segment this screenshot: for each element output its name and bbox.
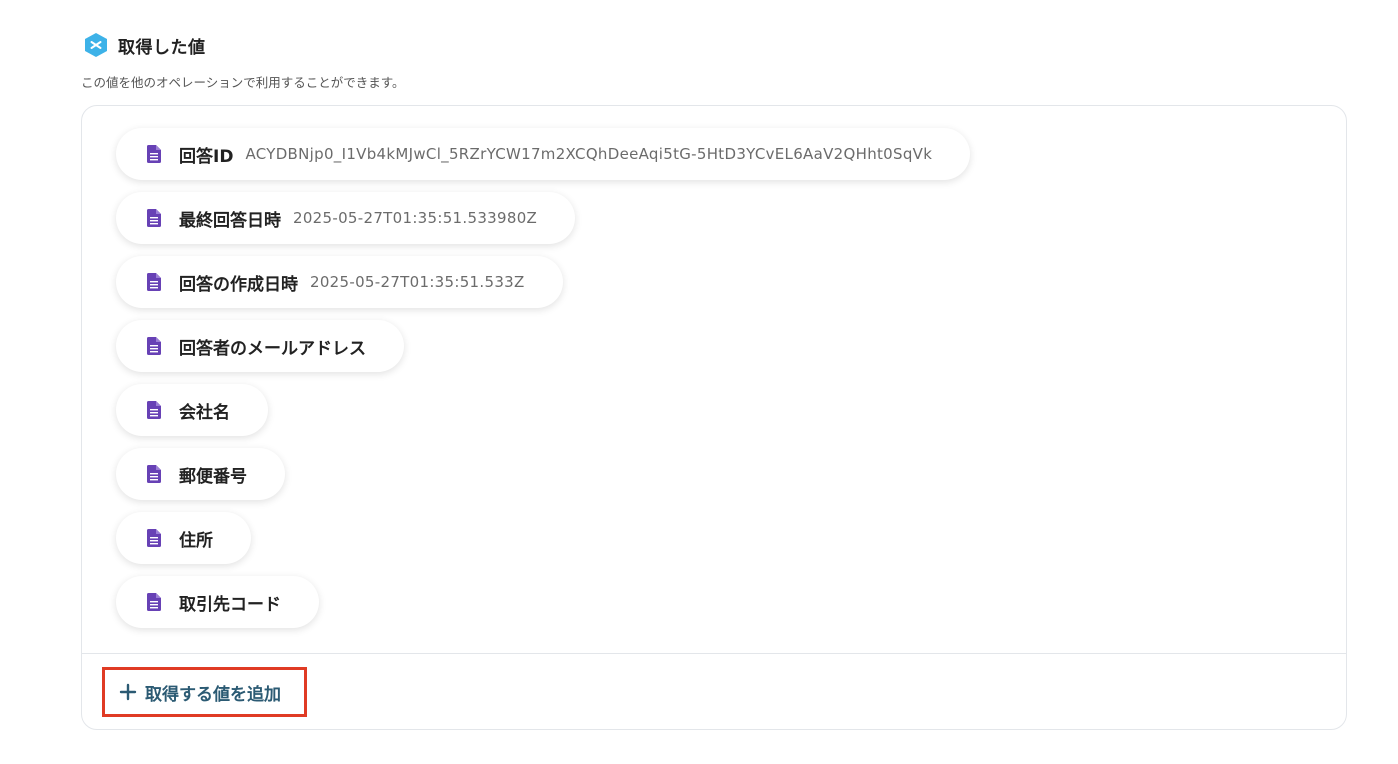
fetched-values-panel: 回答ID ACYDBNjp0_I1Vb4kMJwCl_5RZrYCW17m2XC… [81,105,1347,730]
document-icon [146,529,162,547]
chip-label: 郵便番号 [179,466,247,487]
document-icon [146,337,162,355]
document-icon [146,209,162,227]
value-chip[interactable]: 最終回答日時 2025-05-27T01:35:51.533980Z [116,192,576,244]
value-chip[interactable]: 郵便番号 [116,448,285,500]
add-value-label: 取得する値を追加 [145,684,281,705]
chip-label: 回答ID [179,146,234,167]
document-icon [146,145,162,163]
value-chip[interactable]: 回答者のメールアドレス [116,320,404,372]
chip-label: 会社名 [179,402,230,423]
chip-label: 最終回答日時 [179,210,281,231]
document-icon [146,273,162,291]
document-icon [146,401,162,419]
chip-label: 回答者のメールアドレス [179,338,366,359]
plus-icon [119,683,137,701]
value-chip[interactable]: 会社名 [116,384,268,436]
panel-divider [82,653,1346,654]
value-chip[interactable]: 回答ID ACYDBNjp0_I1Vb4kMJwCl_5RZrYCW17m2XC… [116,128,971,180]
add-value-button[interactable]: 取得する値を追加 [102,667,307,717]
chip-value: 2025-05-27T01:35:51.533980Z [293,209,538,227]
value-chip[interactable]: 住所 [116,512,251,564]
chip-label: 住所 [179,530,213,551]
chip-label: 回答の作成日時 [179,274,298,295]
section-title: 取得した値 [118,37,206,58]
value-chip[interactable]: 回答の作成日時 2025-05-27T01:35:51.533Z [116,256,563,308]
section-header: 取得した値 [82,31,206,59]
section-description: この値を他のオペレーションで利用することができます。 [81,75,405,90]
document-icon [146,593,162,611]
document-icon [146,465,162,483]
hexagon-logo-icon [82,31,110,59]
value-chip-list: 回答ID ACYDBNjp0_I1Vb4kMJwCl_5RZrYCW17m2XC… [116,128,971,628]
chip-value: ACYDBNjp0_I1Vb4kMJwCl_5RZrYCW17m2XCQhDee… [245,145,933,163]
chip-label: 取引先コード [179,594,281,615]
value-chip[interactable]: 取引先コード [116,576,319,628]
chip-value: 2025-05-27T01:35:51.533Z [310,273,525,291]
